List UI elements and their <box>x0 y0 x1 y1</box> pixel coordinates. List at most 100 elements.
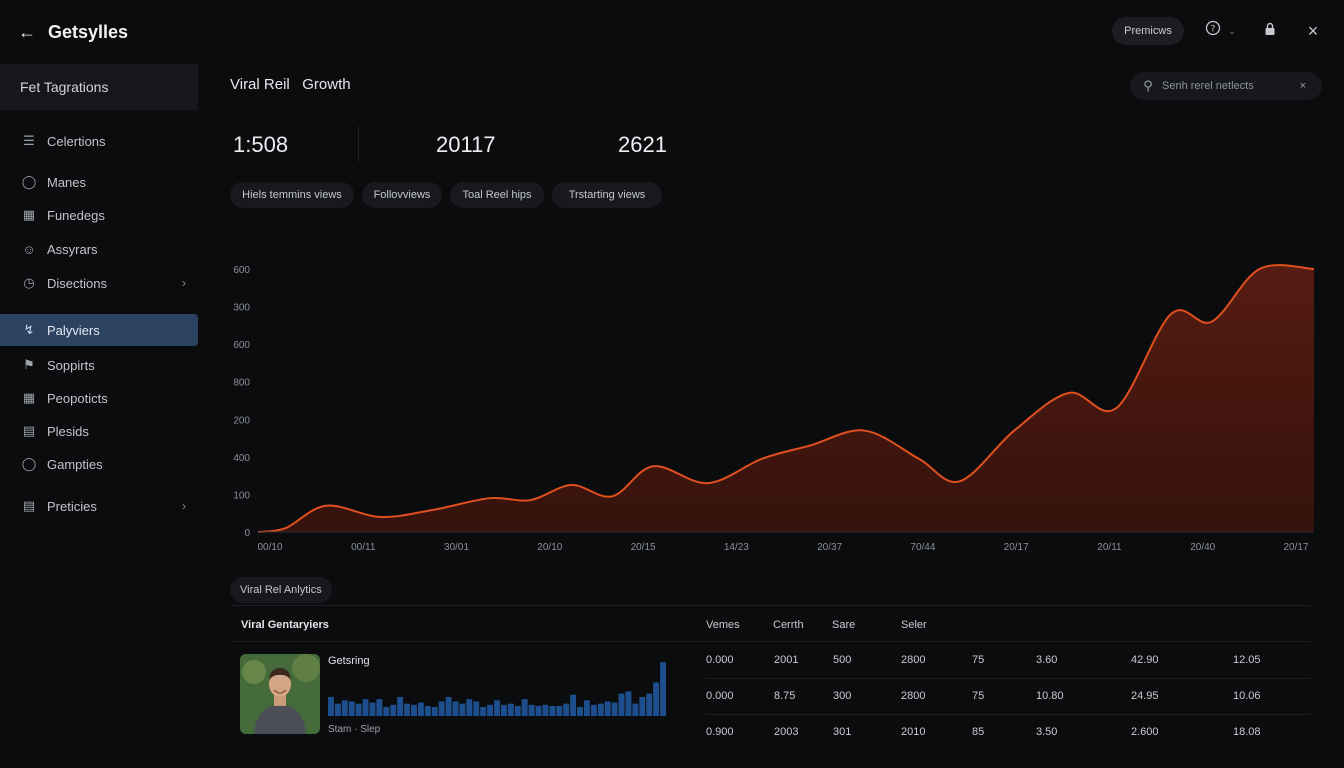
sidebar-item-label: Manes <box>47 174 87 190</box>
x-tick-label: 00/11 <box>351 542 376 553</box>
creator-actions[interactable]: Stam · Slep <box>328 724 380 735</box>
creator-thumbnail[interactable] <box>240 654 320 734</box>
table-cell: 3.60 <box>1036 654 1058 666</box>
sidebar-item-assyrars[interactable]: ☺ Assyrars <box>0 233 198 265</box>
mini-bar <box>348 701 355 716</box>
sidebar-item-celertions[interactable]: ☰ Celertions <box>0 125 198 157</box>
mini-bar <box>431 707 438 716</box>
table-cell: 2003 <box>774 726 799 738</box>
mini-bar <box>542 704 549 716</box>
mini-bar <box>445 696 452 716</box>
mini-bar <box>583 700 590 716</box>
mini-bar <box>528 704 535 716</box>
table-cell: 2.600 <box>1131 726 1159 738</box>
mini-bar <box>411 704 417 716</box>
search-input[interactable] <box>1162 80 1292 92</box>
chip-metric[interactable]: Toal Reel hips <box>450 182 544 208</box>
mini-bar <box>355 703 362 716</box>
mini-bar <box>383 707 390 716</box>
sidebar-item-gampties[interactable]: ◯ Gampties <box>0 448 198 480</box>
back-arrow-icon[interactable]: ← <box>14 20 40 46</box>
mini-bar <box>556 705 563 716</box>
table-cell: 2001 <box>774 654 799 666</box>
mini-bar <box>521 699 528 716</box>
x-tick-label: 14/23 <box>724 542 749 553</box>
chip-metric[interactable]: Hiels temmins views <box>230 182 354 208</box>
x-tick-label: 20/17 <box>1004 542 1029 553</box>
mini-bar <box>653 682 660 716</box>
mini-bar <box>459 703 466 716</box>
lock-icon[interactable] <box>1262 20 1278 42</box>
mini-bar <box>577 707 583 716</box>
svg-text:?: ? <box>1211 25 1216 35</box>
table-cell: 3.50 <box>1036 726 1058 738</box>
chip-metric[interactable]: Trstarting views <box>552 182 662 208</box>
x-tick-label: 20/11 <box>1097 542 1122 553</box>
y-tick-label: 600 <box>233 265 250 276</box>
mini-bar <box>535 705 542 716</box>
lightning-icon: ↯ <box>23 322 35 337</box>
mini-bar <box>424 705 431 716</box>
page-icon: ▤ <box>22 498 36 513</box>
table-cell: 10.80 <box>1036 690 1064 702</box>
chevron-right-icon: › <box>182 499 186 513</box>
help-icon[interactable]: ? <box>1204 20 1222 42</box>
search-box: ⚲ × <box>1130 72 1322 100</box>
chevron-down-icon[interactable]: ⌄ <box>1226 20 1238 42</box>
table-cell: 85 <box>972 726 985 738</box>
column-header[interactable]: Sare <box>832 619 855 631</box>
mini-bar <box>611 702 618 716</box>
premium-button[interactable]: Premicws <box>1112 17 1184 45</box>
sidebar-item-preticies[interactable]: ▤ Preticies › <box>0 490 198 522</box>
page-title: Viral Reil Growth <box>230 76 351 93</box>
list-title: Viral Gentaryiers <box>241 619 329 631</box>
mini-bar <box>563 703 570 716</box>
mini-bar <box>646 693 653 716</box>
y-tick-label: 200 <box>233 415 250 426</box>
column-header[interactable]: Cerrth <box>773 619 804 631</box>
sidebar-item-peopoticts[interactable]: ▦ Peopoticts <box>0 382 198 414</box>
sidebar-item-label: Preticies <box>47 498 97 514</box>
mini-bar <box>590 704 597 716</box>
user-icon: ☺ <box>22 241 36 257</box>
sidebar-item-plesids[interactable]: ▤ Plesids <box>0 415 198 447</box>
sidebar-item-disections[interactable]: ◷ Disections › <box>0 267 198 299</box>
collections-icon: ☰ <box>23 133 35 148</box>
sidebar-header[interactable]: Fet Tagrations <box>0 64 198 110</box>
y-tick-label: 800 <box>233 378 250 389</box>
people-icon: ▦ <box>22 390 36 405</box>
column-header[interactable]: Vemes <box>706 619 740 631</box>
mini-bar <box>514 705 521 716</box>
close-icon[interactable]: × <box>1303 20 1323 42</box>
app-title: Getsylles <box>48 22 129 42</box>
table-cell: 2010 <box>901 726 926 738</box>
y-tick-label: 300 <box>233 303 250 314</box>
stat-value: 20117 <box>436 132 496 157</box>
mini-bar <box>507 703 514 716</box>
sidebar-item-label: Soppirts <box>47 357 95 373</box>
section-label[interactable]: Viral Rel Anlytics <box>230 577 332 603</box>
mini-bar <box>660 662 666 716</box>
x-tick-label: 20/10 <box>537 542 562 553</box>
table-cell: 301 <box>833 726 852 738</box>
mini-bar <box>549 705 556 716</box>
chip-metric[interactable]: Follovviews <box>362 182 442 208</box>
clear-search-icon[interactable]: × <box>1292 80 1314 92</box>
sidebar-item-funedegs[interactable]: ▦ Funedegs <box>0 199 198 231</box>
table-cell: 75 <box>972 690 985 702</box>
sidebar-item-manes[interactable]: ◯ Manes <box>0 166 198 198</box>
mini-bar <box>334 703 341 716</box>
clock-icon: ◷ <box>23 275 35 290</box>
sidebar-item-palyviers[interactable]: ↯ Palyviers <box>0 314 198 346</box>
stat-divider <box>358 126 359 162</box>
table-cell: 18.08 <box>1233 726 1261 738</box>
sidebar-item-soppirts[interactable]: ⚑ Soppirts <box>0 349 198 381</box>
stack-icon: ▤ <box>22 423 36 438</box>
y-tick-label: 0 <box>244 528 250 539</box>
mini-bar <box>376 699 383 716</box>
mini-bar <box>604 701 611 716</box>
mini-bar <box>570 694 577 716</box>
column-header[interactable]: Seler <box>901 619 927 631</box>
mini-bar <box>404 703 411 716</box>
stat-value: 2621 <box>618 132 667 157</box>
